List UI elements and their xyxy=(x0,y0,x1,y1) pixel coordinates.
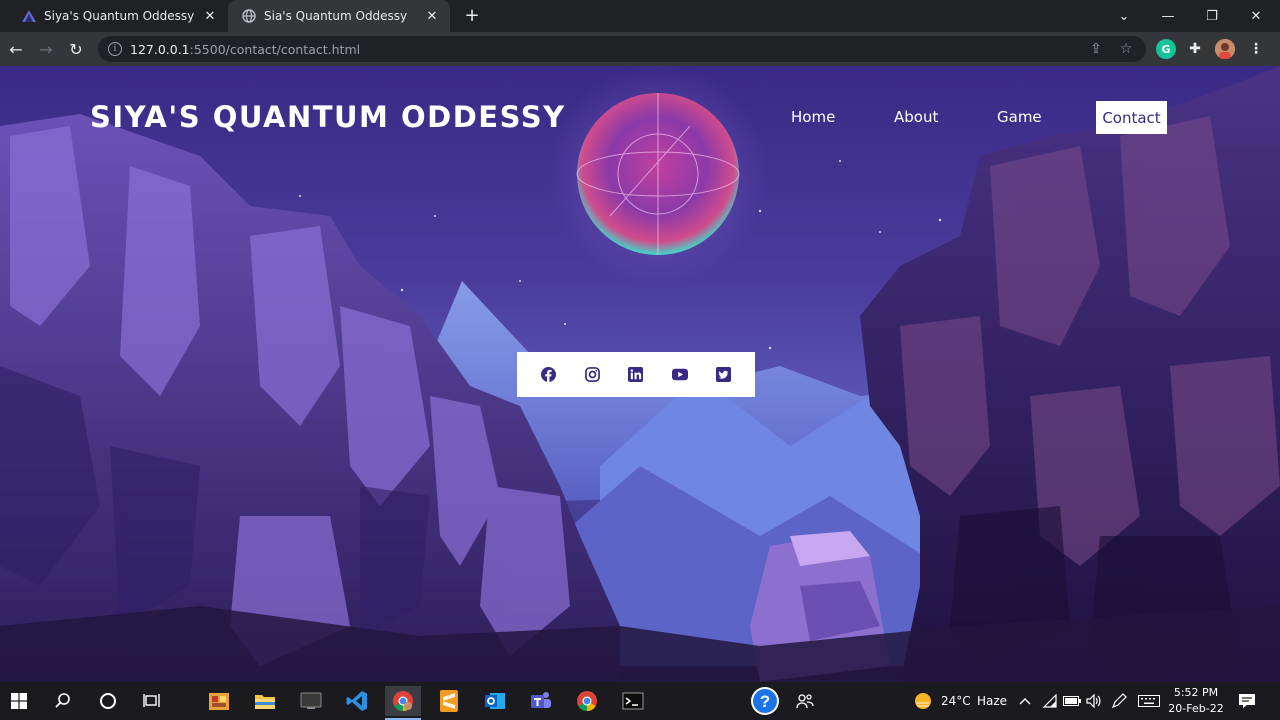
chrome-taskbar-item-active[interactable] xyxy=(385,686,421,716)
people-icon[interactable] xyxy=(790,686,820,716)
volume-icon[interactable] xyxy=(1082,686,1106,716)
help-icon[interactable]: ? xyxy=(750,686,780,716)
minimize-icon[interactable]: — xyxy=(1146,0,1190,32)
vscode-icon[interactable] xyxy=(342,686,372,716)
bookmark-star-icon[interactable]: ☆ xyxy=(1118,41,1134,57)
restore-icon[interactable]: ❐ xyxy=(1190,0,1234,32)
forward-arrow-icon[interactable]: → xyxy=(34,37,58,61)
cortana-icon[interactable] xyxy=(93,686,123,716)
site-info-icon[interactable]: i xyxy=(108,42,122,56)
file-manager-icon[interactable] xyxy=(204,686,234,716)
grammarly-extension-icon[interactable]: G xyxy=(1156,39,1176,59)
twitter-icon[interactable] xyxy=(715,367,731,383)
weather-condition[interactable]: Haze xyxy=(977,694,1007,708)
social-links-panel xyxy=(517,352,755,397)
task-view-icon[interactable] xyxy=(137,686,167,716)
tab-search-chevron-icon[interactable]: ⌄ xyxy=(1102,0,1146,32)
browser-menu-icon[interactable]: ⋮ xyxy=(1246,39,1266,59)
tab-sias-quantum-oddessy[interactable]: Sia's Quantum Oddessy ✕ xyxy=(228,0,450,32)
profile-avatar[interactable] xyxy=(1215,39,1235,59)
web-page: SIYA'S QUANTUM ODDESSY Home About Game C… xyxy=(0,66,1280,682)
youtube-icon[interactable] xyxy=(671,367,688,383)
pen-ink-icon[interactable] xyxy=(1106,686,1132,716)
close-tab-icon[interactable]: ✕ xyxy=(424,8,440,24)
back-arrow-icon[interactable]: ← xyxy=(4,37,28,61)
nav-link-game[interactable]: Game xyxy=(997,108,1042,126)
weather-sun-haze-icon[interactable] xyxy=(908,686,938,716)
app-window-icon[interactable] xyxy=(296,686,326,716)
address-bar[interactable]: i 127.0.0.1 :5500/contact/contact.html ⇪… xyxy=(98,36,1146,62)
outlook-icon[interactable] xyxy=(480,686,510,716)
linkedin-icon[interactable] xyxy=(628,367,644,383)
weather-temperature[interactable]: 24°C xyxy=(941,694,971,708)
file-explorer-icon[interactable] xyxy=(250,686,280,716)
url-path: :5500/contact/contact.html xyxy=(189,41,361,57)
share-icon[interactable]: ⇪ xyxy=(1088,41,1104,57)
sublime-text-icon[interactable] xyxy=(434,686,464,716)
instagram-icon[interactable] xyxy=(584,367,600,383)
svg-text:?: ? xyxy=(760,692,770,711)
notification-center-icon[interactable] xyxy=(1232,686,1262,716)
tab-title: Siya's Quantum Oddessy xyxy=(44,9,195,23)
wifi-icon[interactable] xyxy=(1038,686,1062,716)
nav-link-contact[interactable]: Contact xyxy=(1096,101,1167,134)
terminal-icon[interactable] xyxy=(618,686,648,716)
globe-icon xyxy=(242,9,256,23)
chevron-up-icon[interactable] xyxy=(1012,686,1038,716)
clock-date: 20-Feb-22 xyxy=(1168,702,1224,715)
reload-icon[interactable]: ↻ xyxy=(64,37,88,61)
facebook-icon[interactable] xyxy=(541,367,557,383)
battery-icon[interactable] xyxy=(1060,686,1084,716)
windows-taskbar: ? 24°C Haze 5:52 PM 20-Feb-22 xyxy=(0,682,1280,720)
site-title: SIYA'S QUANTUM ODDESSY xyxy=(90,100,566,134)
tab-title: Sia's Quantum Oddessy xyxy=(264,9,408,23)
chrome-icon[interactable] xyxy=(572,686,602,716)
close-window-icon[interactable]: ✕ xyxy=(1234,0,1278,32)
system-clock[interactable]: 5:52 PM 20-Feb-22 xyxy=(1168,685,1224,717)
site-favicon-icon xyxy=(22,9,36,23)
browser-toolbar: ← → ↻ i 127.0.0.1 :5500/contact/contact.… xyxy=(0,32,1280,66)
nav-link-home[interactable]: Home xyxy=(791,108,835,126)
windows-start-icon[interactable] xyxy=(4,686,34,716)
clock-time: 5:52 PM xyxy=(1173,686,1219,699)
browser-tab-strip: Siya's Quantum Oddessy ✕ Sia's Quantum O… xyxy=(0,0,1280,32)
search-icon[interactable] xyxy=(48,686,78,716)
new-tab-button[interactable]: + xyxy=(462,6,482,26)
tab-siyas-quantum-oddessy[interactable]: Siya's Quantum Oddessy ✕ xyxy=(8,0,228,32)
nav-link-about[interactable]: About xyxy=(894,108,938,126)
close-tab-icon[interactable]: ✕ xyxy=(202,8,218,24)
keyboard-icon[interactable] xyxy=(1134,686,1164,716)
teams-icon[interactable] xyxy=(526,686,556,716)
extensions-puzzle-icon[interactable]: ✚ xyxy=(1185,39,1205,59)
url-host: 127.0.0.1 xyxy=(130,41,190,57)
